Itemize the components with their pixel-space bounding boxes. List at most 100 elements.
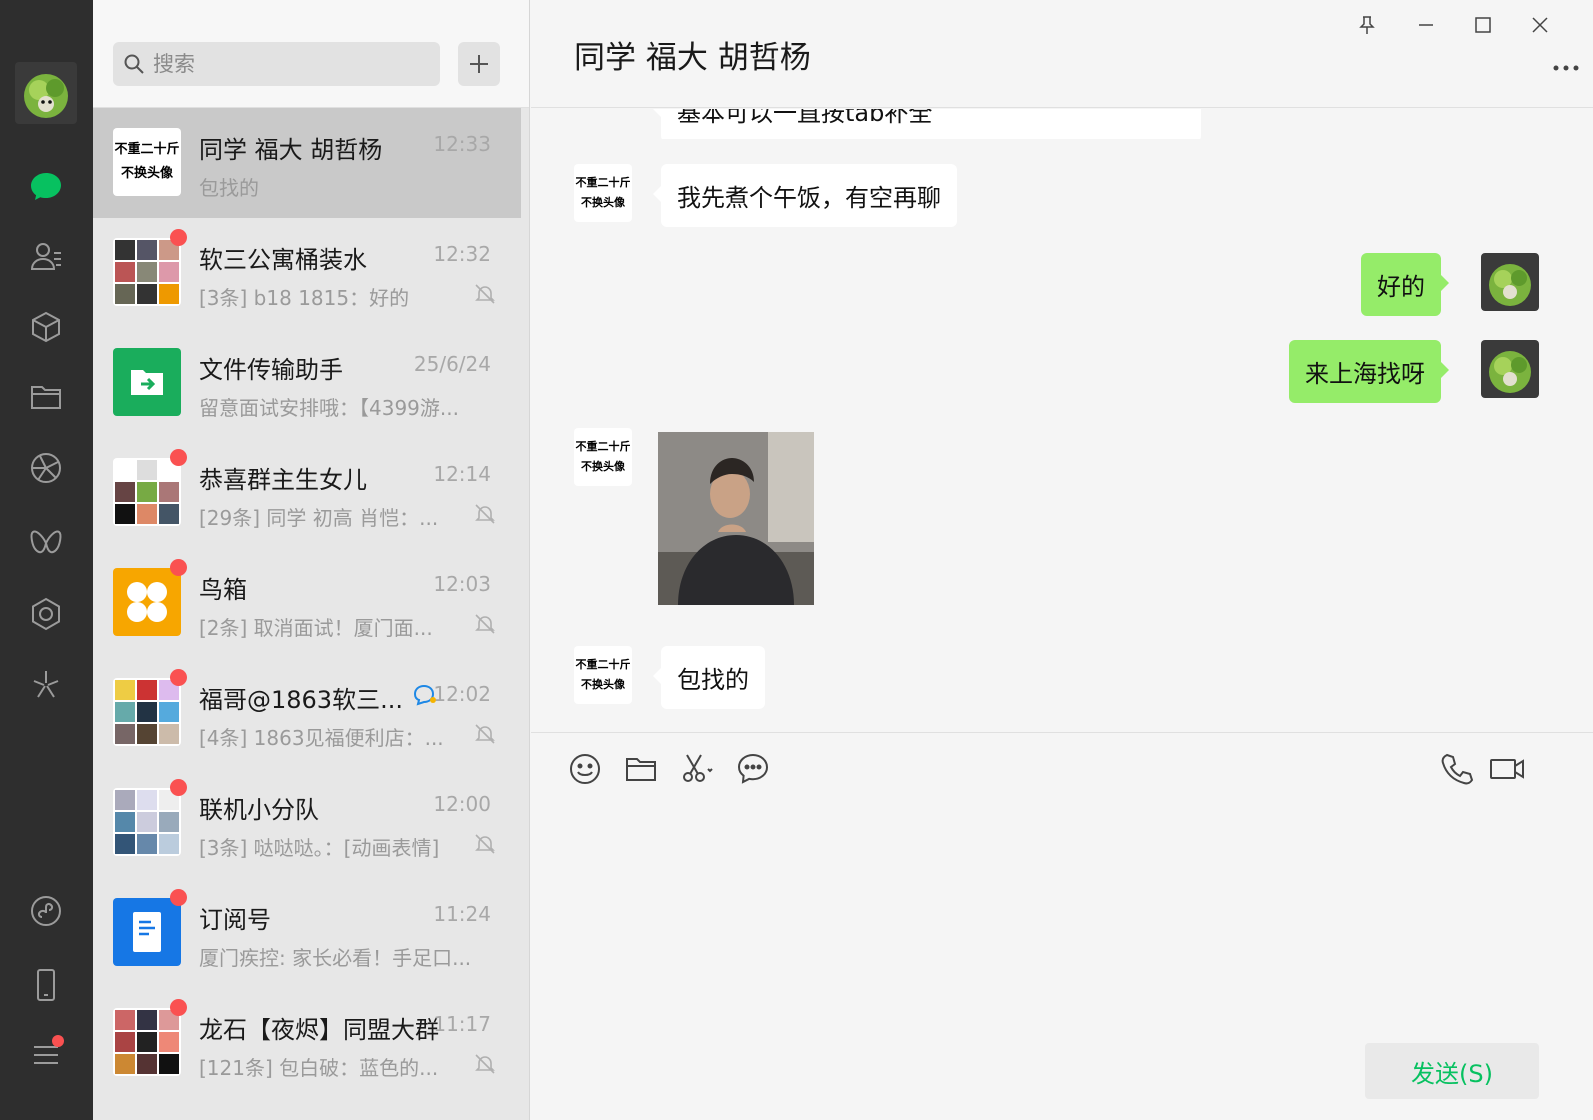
mini-program-panel-icon[interactable] bbox=[26, 891, 66, 931]
conversation-name: 订阅号 bbox=[199, 906, 271, 934]
conversation-name: 福哥@1863软三... bbox=[199, 686, 403, 714]
conversation-item[interactable]: 订阅号 11:24 厦门疾控: 家长必看！手足口... bbox=[93, 878, 521, 988]
conversation-preview: [29条] 同学 初高 肖恺：... bbox=[199, 506, 439, 530]
maximize-icon[interactable] bbox=[1468, 10, 1498, 40]
conversation-item[interactable]: 文件传输助手 25/6/24 留意面试安排哦：【4399游... bbox=[93, 328, 521, 438]
group-avatar bbox=[113, 678, 181, 746]
pin-icon[interactable] bbox=[1352, 10, 1382, 40]
group-avatar bbox=[113, 458, 181, 526]
contact-avatar[interactable]: 不重二十斤 不换头像 bbox=[574, 646, 632, 704]
avatar-text-line-1: 不重二十斤 bbox=[114, 142, 180, 157]
message-row: 基本可以一直按tab补全 bbox=[531, 109, 1593, 139]
group-avatar bbox=[113, 238, 181, 306]
unread-badge bbox=[170, 449, 187, 466]
message-bubble[interactable]: 基本可以一直按tab补全 bbox=[653, 109, 1201, 139]
avatar-text-line-1: 不重二十斤 bbox=[575, 176, 631, 189]
conversation-preview: 包找的 bbox=[199, 176, 259, 200]
conversation-name: 联机小分队 bbox=[199, 796, 319, 824]
conversation-name: 软三公寓桶装水 bbox=[199, 246, 367, 274]
conversation-name: 文件传输助手 bbox=[199, 356, 343, 384]
unread-badge bbox=[170, 779, 187, 796]
conversation-item[interactable]: 鸟箱 12:03 [2条] 取消面试！厦门面... bbox=[93, 548, 521, 658]
avatar-text-line-2: 不换头像 bbox=[581, 196, 625, 209]
contact-avatar[interactable]: 不重二十斤 不换头像 bbox=[574, 164, 632, 222]
unread-badge bbox=[170, 999, 187, 1016]
contact-avatar[interactable]: 不重二十斤 不换头像 bbox=[574, 428, 632, 486]
menu-icon[interactable] bbox=[26, 1035, 66, 1075]
conversation-preview: 留意面试安排哦：【4399游... bbox=[199, 396, 459, 420]
my-avatar[interactable] bbox=[1481, 340, 1539, 398]
mini-programs-icon[interactable] bbox=[26, 665, 66, 705]
group-avatar bbox=[113, 1008, 181, 1076]
contacts-icon[interactable] bbox=[26, 236, 66, 276]
subscriptions-avatar bbox=[113, 898, 181, 966]
chat-header: 同学 福大 胡哲杨 bbox=[531, 0, 1593, 108]
search-icon[interactable] bbox=[26, 594, 66, 634]
add-button[interactable] bbox=[458, 42, 500, 86]
message-bubble[interactable]: 包找的 bbox=[653, 646, 765, 709]
image-message[interactable] bbox=[658, 432, 814, 605]
moments-icon[interactable] bbox=[26, 448, 66, 488]
conversation-name: 龙石【夜烬】同盟大群 bbox=[199, 1016, 439, 1044]
avatar-text-line-1: 不重二十斤 bbox=[575, 658, 631, 671]
conversation-name: 鸟箱 bbox=[199, 576, 247, 604]
chat-title: 同学 福大 胡哲杨 bbox=[574, 40, 811, 76]
message-bubble[interactable]: 我先煮个午饭，有空再聊 bbox=[653, 164, 957, 227]
send-button[interactable]: 发送(S) bbox=[1365, 1043, 1539, 1099]
emoji-icon[interactable] bbox=[567, 751, 603, 787]
chat-icon[interactable] bbox=[26, 166, 66, 206]
avatar: 不重二十斤 不换头像 bbox=[113, 128, 181, 196]
conversation-preview: [3条] b18 1815：好的 bbox=[199, 286, 410, 310]
conversation-name: 恭喜群主生女儿 bbox=[199, 466, 367, 494]
my-avatar[interactable] bbox=[15, 62, 77, 124]
plus-icon bbox=[470, 55, 488, 73]
chat-panel: 同学 福大 胡哲杨 基本可以一直按tab补全 不重二十斤 不换头像 我先煮个午饭，… bbox=[531, 0, 1593, 1120]
message-bubble[interactable]: 好的 bbox=[1361, 253, 1449, 316]
unread-badge bbox=[170, 559, 187, 576]
mute-bell-icon bbox=[475, 834, 495, 854]
conversation-time: 12:14 bbox=[433, 462, 491, 486]
conversation-item[interactable]: 联机小分队 12:00 [3条] 哒哒哒。：[动画表情] bbox=[93, 768, 521, 878]
more-icon[interactable] bbox=[1551, 58, 1581, 78]
unread-badge bbox=[170, 889, 187, 906]
message-bubble[interactable]: 来上海找呀 bbox=[1289, 340, 1449, 403]
conversation-item[interactable]: 恭喜群主生女儿 12:14 [29条] 同学 初高 肖恺：... bbox=[93, 438, 521, 548]
conversation-preview: [121条] 包白破：蓝色的... bbox=[199, 1056, 439, 1080]
folder-icon[interactable] bbox=[623, 751, 659, 787]
conversation-item[interactable]: 不重二十斤 不换头像 同学 福大 胡哲杨 12:33 包找的 bbox=[93, 108, 521, 218]
conversation-item[interactable]: 软三公寓桶装水 12:32 [3条] b18 1815：好的 bbox=[93, 218, 521, 328]
search-box[interactable] bbox=[113, 42, 440, 86]
conversation-time: 12:32 bbox=[433, 242, 491, 266]
composer: 发送(S) bbox=[531, 732, 1593, 1120]
conversation-time: 11:17 bbox=[433, 1012, 491, 1036]
mute-bell-icon bbox=[475, 504, 495, 524]
group-avatar bbox=[113, 788, 181, 856]
conversation-name: 同学 福大 胡哲杨 bbox=[199, 136, 383, 164]
favorites-icon[interactable] bbox=[26, 307, 66, 347]
mute-bell-icon bbox=[475, 614, 495, 634]
chat-history-icon[interactable] bbox=[735, 751, 771, 787]
mute-bell-icon bbox=[475, 1054, 495, 1074]
search-input[interactable] bbox=[153, 52, 413, 76]
minimize-icon[interactable] bbox=[1411, 10, 1441, 40]
conversation-time: 11:24 bbox=[433, 902, 491, 926]
phone-icon[interactable] bbox=[26, 965, 66, 1005]
conversation-item[interactable]: 福哥@1863软三... 12:02 [4条] 1863见福便利店：... bbox=[93, 658, 521, 768]
mute-bell-icon bbox=[475, 284, 495, 304]
conversation-time: 25/6/24 bbox=[413, 352, 491, 376]
avatar-text-line-1: 不重二十斤 bbox=[575, 440, 631, 453]
avatar-text-line-2: 不换头像 bbox=[581, 460, 625, 473]
close-icon[interactable] bbox=[1525, 10, 1555, 40]
conversation-preview: [3条] 哒哒哒。：[动画表情] bbox=[199, 836, 440, 860]
video-call-icon[interactable] bbox=[1489, 751, 1525, 787]
search-magnifier-icon bbox=[124, 54, 144, 74]
avatar-text-line-2: 不换头像 bbox=[581, 678, 625, 691]
conversation-item[interactable]: 龙石【夜烬】同盟大群 11:17 [121条] 包白破：蓝色的... bbox=[93, 988, 521, 1098]
search-bar bbox=[93, 0, 529, 108]
files-icon[interactable] bbox=[26, 377, 66, 417]
voice-call-icon[interactable] bbox=[1439, 751, 1475, 787]
unread-badge bbox=[170, 229, 187, 246]
my-avatar[interactable] bbox=[1481, 253, 1539, 311]
scissors-icon[interactable] bbox=[679, 751, 715, 787]
channels-icon[interactable] bbox=[26, 523, 66, 563]
